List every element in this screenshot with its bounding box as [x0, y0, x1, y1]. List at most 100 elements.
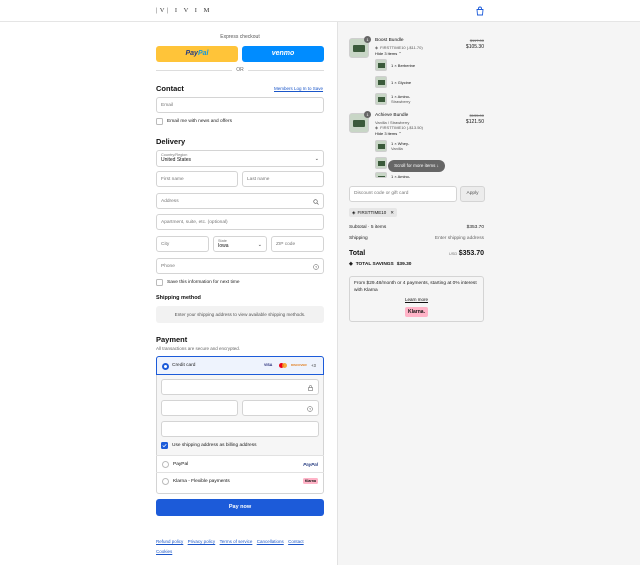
last-name-input[interactable]: Last name [242, 171, 324, 187]
item-discount: ◈ FIRSTTIME10 (-$13.50) [375, 125, 423, 130]
product-thumbnail: 1 [349, 36, 371, 58]
discount-code-input[interactable]: Discount code or gift card [349, 186, 457, 202]
subitem-thumbnail [375, 172, 387, 178]
credit-card-radio[interactable] [162, 363, 169, 370]
mastercard-icon [279, 363, 287, 368]
delivery-title: Delivery [156, 137, 186, 146]
svg-text:?: ? [309, 407, 311, 411]
paypal-option[interactable]: PayPal PayPal [156, 455, 324, 472]
original-price: $135.00 [469, 113, 484, 118]
item-discount: ◈ FIRSTTIME10 (-$11.70) [375, 45, 423, 50]
subtotal-value: $353.70 [466, 225, 484, 230]
subtotal-label: Subtotal · 5 items [349, 225, 387, 230]
klarna-option[interactable]: Klarna - Flexible payments Klarna [156, 472, 324, 489]
klarna-radio[interactable] [162, 477, 169, 485]
hide-items-toggle[interactable]: Hide 3 items ⌃ [375, 131, 402, 136]
payment-title: Payment [156, 335, 188, 344]
subitem-label: 1 × Glycine [391, 80, 412, 85]
shipping-value: Enter shipping address [434, 236, 484, 241]
footer-links: Refund policy Privacy policy Terms of se… [156, 537, 324, 557]
total-label: Total [349, 250, 366, 257]
product-thumbnail: 1 [349, 111, 371, 133]
subitem-thumbnail [375, 76, 387, 88]
tag-icon: ◈ [349, 262, 353, 267]
pay-now-button[interactable]: Pay now [156, 499, 324, 516]
tag-icon: ◈ [352, 209, 356, 215]
help-circle-icon[interactable]: ? [313, 264, 319, 270]
scroll-for-more-pill[interactable]: Scroll for more items ↓ [388, 160, 445, 172]
item-price: $105.30 [465, 44, 484, 50]
address-input[interactable]: Address [156, 193, 324, 209]
billing-checkbox[interactable] [161, 442, 168, 449]
apply-button[interactable]: Apply [460, 186, 485, 202]
subitem-variant: Vanilla [391, 146, 403, 151]
first-name-input[interactable]: First name [156, 171, 238, 187]
save-info-row[interactable]: Save this information for next time [156, 279, 240, 286]
chevron-down-icon: ⌄ [314, 156, 319, 162]
terms-link[interactable]: Terms of service [220, 539, 253, 544]
klarna-promo-text: From $29.48/month or 4 payments, startin… [354, 281, 477, 293]
zip-input[interactable]: ZIP code [271, 236, 324, 252]
shipping-method-title: Shipping method [156, 295, 201, 301]
contact-title: Contact [156, 84, 184, 93]
logo[interactable]: |V| I V I M [156, 7, 212, 14]
discover-icon: DISCOVER [291, 363, 307, 367]
applied-code-tag: ◈ FIRSTTIME10 ✕ [349, 208, 398, 217]
subitem-thumbnail [375, 140, 387, 152]
chevron-up-icon: ⌃ [398, 51, 402, 56]
chevron-up-icon: ⌃ [398, 131, 402, 136]
country-select[interactable]: Country/Region United States ⌄ [156, 150, 324, 167]
hide-items-toggle[interactable]: Hide 3 items ⌃ [375, 51, 402, 56]
cookies-link[interactable]: Cookies [156, 549, 172, 554]
close-icon[interactable]: ✕ [390, 210, 394, 216]
email-input[interactable]: Email [156, 97, 324, 113]
payment-subtitle: All transactions are secure and encrypte… [156, 346, 241, 351]
item-price: $121.50 [465, 119, 484, 125]
more-cards-count: +3 [311, 363, 316, 368]
billing-address-row[interactable]: Use shipping address as billing address [161, 442, 257, 449]
subitem-thumbnail [375, 157, 387, 169]
help-circle-icon[interactable]: ? [307, 406, 313, 412]
phone-input[interactable]: Phone ? [156, 258, 324, 274]
paypal-express-button[interactable]: PayPal [156, 46, 238, 62]
klarna-logo: Klarna [302, 478, 318, 484]
paypal-radio[interactable] [162, 460, 169, 468]
shipping-method-message: Enter your shipping address to view avai… [156, 306, 324, 323]
apartment-input[interactable]: Apartment, suite, etc. (optional) [156, 214, 324, 230]
total-amount: USD $353.70 [448, 250, 484, 257]
card-number-input[interactable] [161, 379, 319, 395]
save-info-checkbox[interactable] [156, 279, 163, 286]
klarna-logo: Klarna. [405, 307, 428, 317]
city-input[interactable]: City [156, 236, 209, 252]
learn-more-link[interactable]: Learn more [405, 297, 428, 302]
search-icon [313, 199, 319, 205]
header: |V| I V I M [0, 0, 640, 22]
expiry-input[interactable] [161, 400, 238, 416]
subitem-thumbnail [375, 59, 387, 71]
news-checkbox[interactable] [156, 118, 163, 125]
privacy-policy-link[interactable]: Privacy policy [188, 539, 216, 544]
lock-icon [308, 385, 313, 391]
item-name: Boost Bundle [375, 38, 404, 43]
contact-link[interactable]: Contact [288, 539, 304, 544]
quantity-badge: 1 [364, 111, 371, 118]
arrow-down-icon: ↓ [436, 163, 439, 168]
state-select[interactable]: State Iowa ⌄ [213, 236, 267, 252]
members-login-link[interactable]: Members Log In to Save [274, 86, 323, 91]
shipping-label: Shipping [349, 236, 368, 241]
or-divider: OR [156, 67, 324, 73]
name-on-card-input[interactable] [161, 421, 319, 437]
security-code-input[interactable]: ? [242, 400, 319, 416]
shopping-bag-icon[interactable] [475, 6, 485, 16]
venmo-express-button[interactable]: venmo [242, 46, 324, 62]
tag-icon: ◈ [375, 45, 379, 50]
total-savings: ◈ TOTAL SAVINGS $39.30 [349, 262, 412, 267]
credit-card-option[interactable]: Credit card VISA DISCOVER +3 [156, 356, 324, 375]
subitem-label: 1 × Amino- [391, 174, 411, 178]
cancellations-link[interactable]: Cancellations [257, 539, 284, 544]
original-price: $117.00 [469, 38, 484, 43]
tag-icon: ◈ [375, 125, 379, 130]
check-icon [162, 444, 167, 448]
news-checkbox-row[interactable]: Email me with news and offers [156, 118, 232, 125]
refund-policy-link[interactable]: Refund policy [156, 539, 183, 544]
